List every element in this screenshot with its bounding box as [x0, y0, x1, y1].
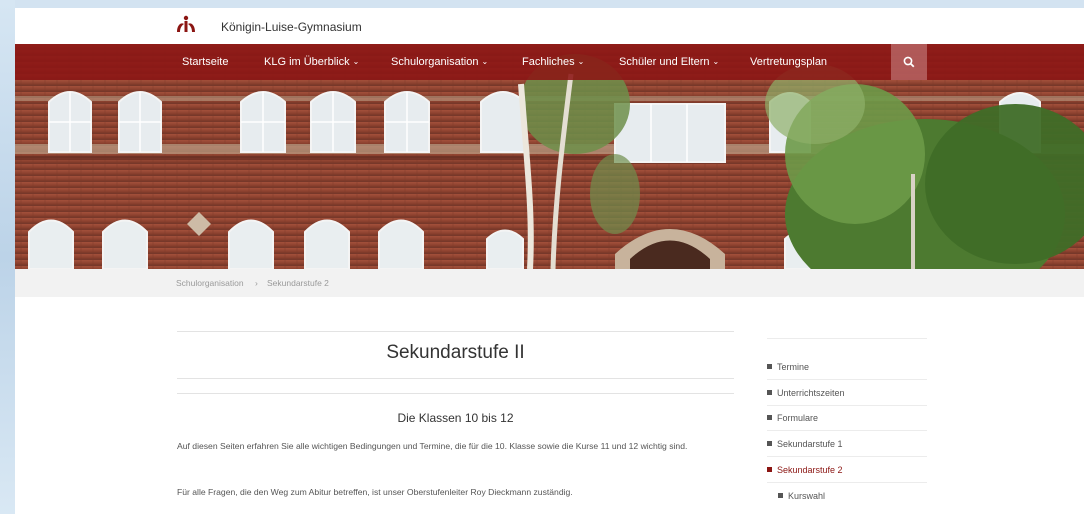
nav-item-label: Startseite [182, 56, 229, 68]
nav-item-label: Schüler und Eltern [619, 56, 710, 68]
main-navigation: Startseite KLG im Überblick ⌄ Schulorgani… [15, 44, 1084, 80]
bullet-icon [767, 441, 772, 446]
contact-paragraph: Für alle Fragen, die den Weg zum Abitur … [177, 487, 573, 497]
nav-item-label: Schulorganisation [391, 56, 479, 68]
bullet-icon [767, 415, 772, 420]
nav-item-startseite[interactable]: Startseite [182, 44, 228, 80]
chevron-down-icon: ⌄ [712, 57, 720, 66]
divider [177, 378, 734, 379]
chevron-down-icon: ⌄ [352, 57, 360, 66]
nav-item-schulorganisation[interactable]: Schulorganisation ⌄ [391, 44, 488, 80]
sidebar-item-sekundarstufe-2[interactable]: Sekundarstufe 2 [767, 465, 843, 475]
sidebar-divider [767, 430, 927, 431]
sidebar-item-unterrichtszeiten[interactable]: Unterrichtszeiten [767, 388, 845, 398]
breadcrumb-item-current: Sekundarstufe 2 [267, 278, 329, 288]
divider [177, 393, 734, 394]
site-header: Königin-Luise-Gymnasium [15, 8, 1084, 44]
nav-item-fachliches[interactable]: Fachliches ⌄ [522, 44, 584, 80]
nav-item-label: KLG im Überblick [264, 56, 350, 68]
bullet-icon [778, 493, 783, 498]
section-title: Die Klassen 10 bis 12 [397, 411, 514, 425]
sidebar-item-label: Sekundarstufe 2 [777, 465, 843, 475]
nav-item-label: Vertretungsplan [750, 56, 828, 68]
sidebar-item-label: Unterrichtszeiten [777, 388, 845, 398]
bullet-icon [767, 364, 772, 369]
sidebar-divider [767, 379, 927, 380]
sidebar-subitem-kurswahl[interactable]: Kurswahl [778, 491, 825, 501]
nav-item-vertretungsplan[interactable]: Vertretungsplan [750, 44, 827, 80]
site-name[interactable]: Königin-Luise-Gymnasium [221, 20, 362, 34]
sidebar-item-sekundarstufe-1[interactable]: Sekundarstufe 1 [767, 439, 843, 449]
sidebar-item-label: Formulare [777, 413, 819, 423]
page-title: Sekundarstufe II [386, 342, 525, 363]
nav-item-klg-im-ueberblick[interactable]: KLG im Überblick ⌄ [264, 44, 359, 80]
sidebar-divider [767, 405, 927, 406]
breadcrumb-item-schulorganisation[interactable]: Schulorganisation [176, 278, 244, 288]
search-icon [903, 56, 915, 68]
breadcrumb-separator: › [255, 278, 258, 288]
sidebar-divider [767, 338, 927, 339]
bullet-icon [767, 467, 772, 472]
sidebar-item-label: Sekundarstufe 1 [777, 439, 843, 449]
nav-item-schueler-und-eltern[interactable]: Schüler und Eltern ⌄ [619, 44, 719, 80]
search-button[interactable] [891, 44, 927, 80]
sidebar-item-formulare[interactable]: Formulare [767, 413, 818, 423]
chevron-down-icon: ⌄ [577, 57, 585, 66]
breadcrumb: Schulorganisation › Sekundarstufe 2 [15, 269, 1084, 297]
nav-item-label: Fachliches [522, 56, 575, 68]
browser-frame-left [0, 0, 15, 514]
school-logo-icon[interactable] [175, 15, 197, 33]
sidebar-divider [767, 456, 927, 457]
sidebar-divider [767, 482, 927, 483]
website: Königin-Luise-Gymnasium Startseite KLG i… [15, 8, 1084, 514]
intro-paragraph: Auf diesen Seiten erfahren Sie alle wich… [177, 441, 688, 451]
sidebar-item-label: Kurswahl [788, 491, 826, 501]
chevron-down-icon: ⌄ [481, 57, 489, 66]
sidebar-item-termine[interactable]: Termine [767, 362, 809, 372]
browser-frame-top [0, 0, 1084, 8]
divider [177, 331, 734, 332]
sidebar-item-label: Termine [777, 362, 810, 372]
bullet-icon [767, 390, 772, 395]
